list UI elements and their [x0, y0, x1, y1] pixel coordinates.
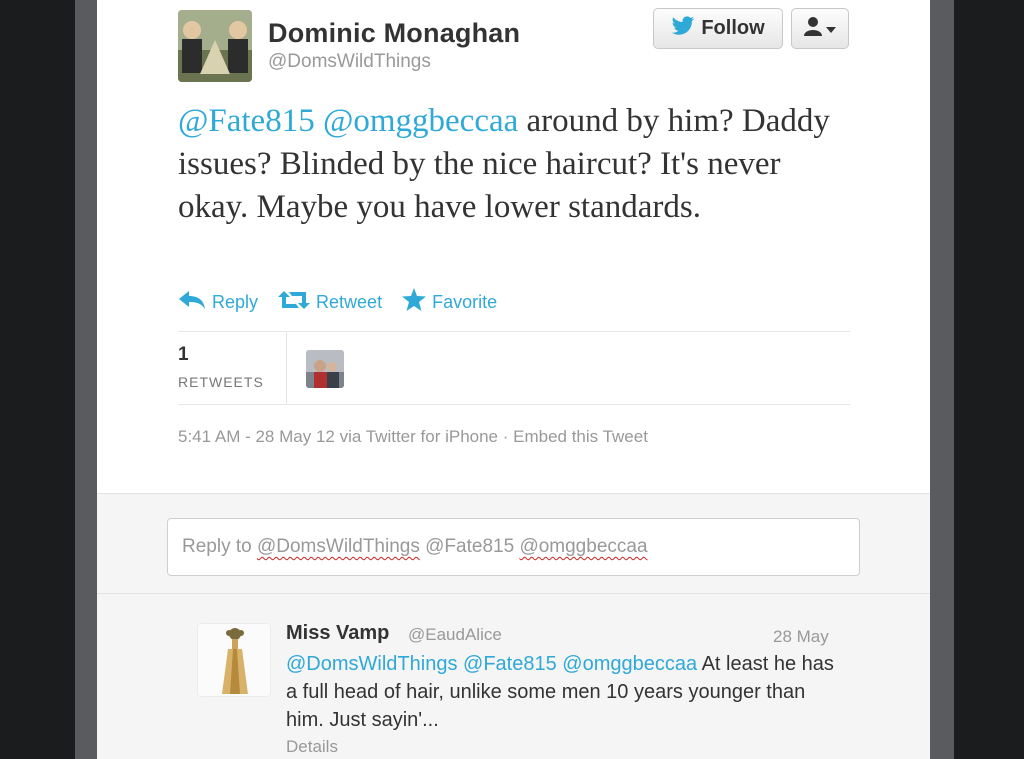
- reply-mention-omggbeccaa[interactable]: @omggbeccaa: [562, 653, 697, 675]
- reply-divider: [97, 593, 930, 594]
- star-icon: [402, 288, 427, 316]
- reply-mention-fate815[interactable]: @Fate815: [463, 653, 557, 675]
- user-icon: [804, 16, 822, 41]
- reply-text: @DomsWildThings @Fate815 @omggbeccaa At …: [286, 650, 836, 734]
- reply-author-name[interactable]: Miss Vamp: [286, 622, 389, 645]
- meta-separator: ·: [498, 427, 514, 446]
- reply-mention-domswildthings[interactable]: @DomsWildThings: [286, 653, 457, 675]
- reply-icon: [178, 290, 206, 315]
- author-handle[interactable]: @DomsWildThings: [268, 51, 431, 73]
- author-name[interactable]: Dominic Monaghan: [268, 18, 520, 49]
- tweet-timestamp[interactable]: 5:41 AM - 28 May 12 via Twitter for iPho…: [178, 427, 498, 446]
- favorite-label: Favorite: [432, 291, 498, 312]
- tweet-text: @Fate815 @omggbeccaa around by him? Dadd…: [178, 100, 858, 229]
- tweet-card: Dominic Monaghan @DomsWildThings Follow …: [97, 0, 930, 759]
- screen-border-right: [954, 0, 1024, 759]
- tweet-actions: Reply Retweet Favorite: [178, 288, 497, 316]
- author-avatar[interactable]: [178, 10, 252, 82]
- retweet-label: Retweet: [316, 291, 383, 312]
- replies-section: Reply to @DomsWildThings @Fate815 @omggb…: [97, 493, 930, 759]
- tweet-meta: 5:41 AM - 28 May 12 via Twitter for iPho…: [178, 427, 648, 447]
- retweet-icon: [278, 290, 311, 315]
- page-gutter-right: [930, 0, 954, 759]
- reply-details-link[interactable]: Details: [286, 737, 338, 757]
- retweet-count-label: RETWEETS: [178, 374, 264, 390]
- retweet-action[interactable]: Retweet: [278, 290, 382, 315]
- reply-label: Reply: [212, 291, 259, 312]
- twitter-bird-icon: [671, 16, 695, 41]
- reply-input-prefix: Reply to: [182, 536, 252, 557]
- stats-divider-top: [178, 331, 850, 332]
- reply-author-avatar[interactable]: [197, 623, 271, 697]
- reply-input[interactable]: Reply to @DomsWildThings @Fate815 @omggb…: [167, 518, 860, 576]
- tweet-mention-fate815[interactable]: @Fate815: [178, 103, 315, 139]
- embed-tweet-link[interactable]: Embed this Tweet: [513, 427, 648, 446]
- user-actions-button[interactable]: [791, 8, 849, 49]
- stats-divider-vertical: [286, 332, 287, 404]
- follow-button[interactable]: Follow: [653, 8, 783, 49]
- retweeter-avatar[interactable]: [306, 350, 344, 388]
- follow-label: Follow: [701, 17, 765, 39]
- reply-author-handle[interactable]: @EaudAlice: [408, 625, 502, 645]
- stats-divider-bottom: [178, 404, 850, 405]
- reply-input-mention-omggbeccaa: @omggbeccaa: [519, 536, 648, 557]
- screen-border-left: [0, 0, 75, 759]
- favorite-action[interactable]: Favorite: [402, 288, 497, 316]
- reply-input-mention-domswildthings: @DomsWildThings: [256, 536, 420, 557]
- retweet-count[interactable]: 1: [178, 344, 189, 366]
- tweet-mention-omggbeccaa[interactable]: @omggbeccaa: [323, 103, 518, 139]
- reply-date[interactable]: 28 May: [773, 627, 829, 647]
- reply-input-mention-fate815: @Fate815: [425, 536, 515, 557]
- reply-action[interactable]: Reply: [178, 290, 258, 315]
- page-gutter-left: [75, 0, 97, 759]
- caret-down-icon: [826, 20, 836, 38]
